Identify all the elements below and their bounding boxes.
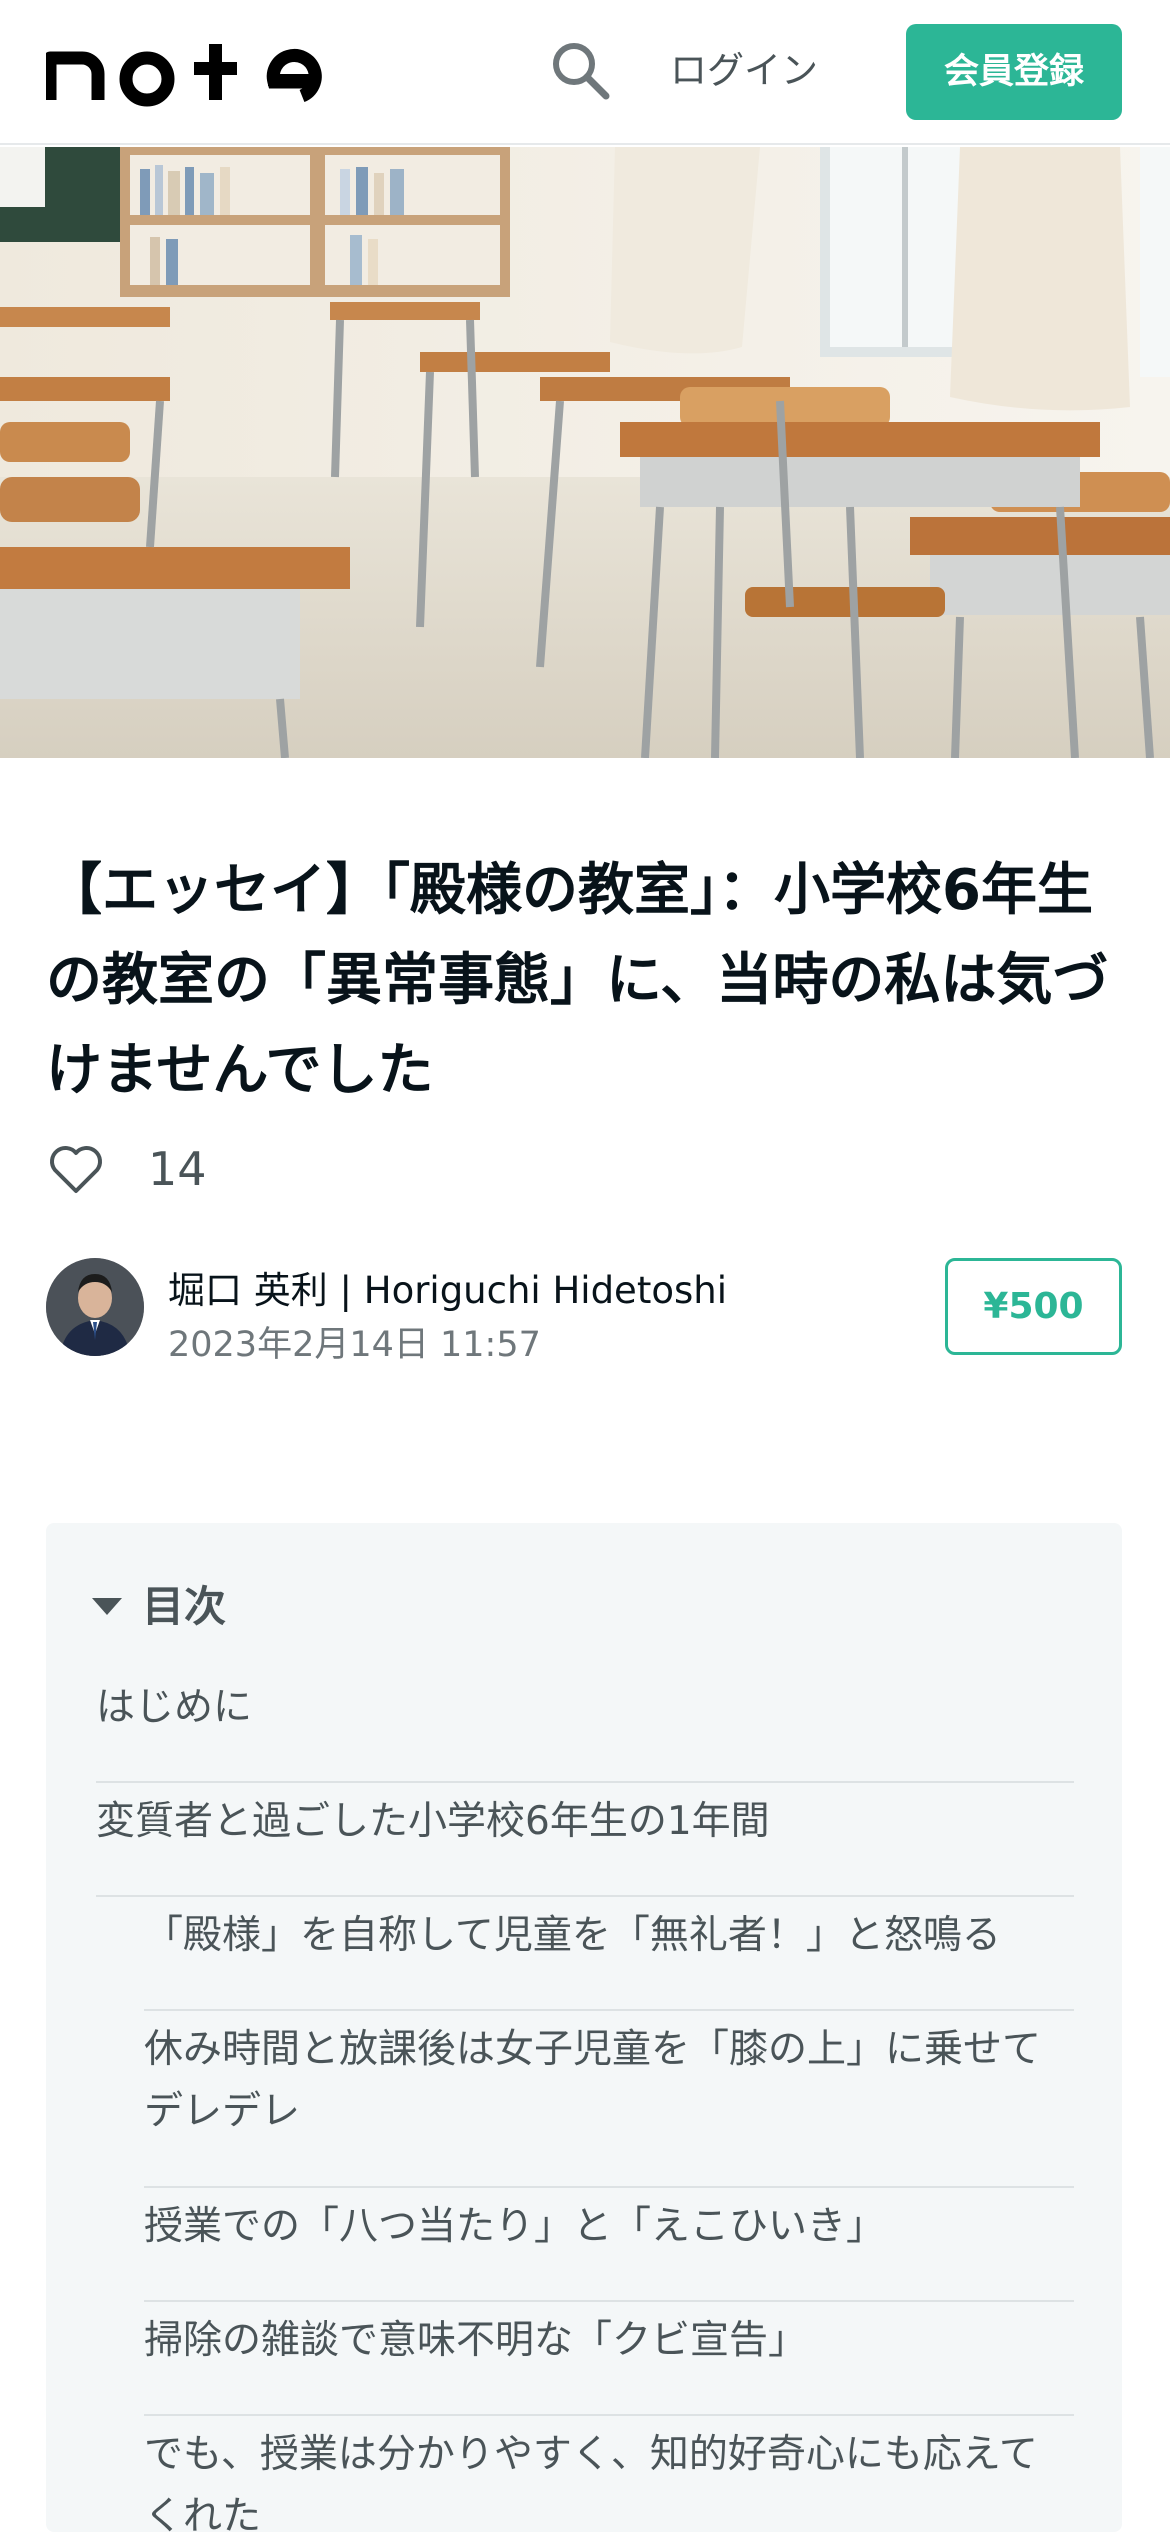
article-title: 【エッセイ】「殿様の教室」：小学校6年生の教室の「異常事態」に、当時の私は気づけ… <box>46 858 1109 1103</box>
toc-subitem[interactable]: でも、授業は分かりやすく、知的好奇心にも応えてくれた <box>144 2424 1074 2532</box>
toc-subitem[interactable]: 授業での「八つ当たり」と「えこひいき」 <box>144 2196 1074 2258</box>
login-link[interactable]: ログイン <box>670 40 818 102</box>
toc-divider <box>96 1895 1074 1897</box>
post-date: 2023年2月14日 11:57 <box>168 1325 541 1365</box>
toc-divider <box>144 2300 1074 2302</box>
toc-divider <box>144 2009 1074 2011</box>
top-header: ログイン 会員登録 <box>0 0 1170 145</box>
toc-divider <box>144 2186 1074 2188</box>
toc-item[interactable]: はじめに <box>96 1677 1074 1739</box>
table-of-contents: 目次 はじめに 変質者と過ごした小学校6年生の1年間 「殿様」を自称して児童を「… <box>46 1523 1122 2532</box>
search-icon[interactable] <box>548 38 612 102</box>
toc-divider <box>96 1781 1074 1783</box>
hero-image <box>0 147 1170 758</box>
toc-title: 目次 <box>142 1581 227 1631</box>
toc-divider <box>144 2414 1074 2416</box>
author-name[interactable]: 堀口 英利 | Horiguchi Hidetoshi <box>168 1260 727 1314</box>
heart-icon[interactable] <box>46 1139 106 1199</box>
like-row: 14 <box>46 1134 207 1204</box>
toc-subitem[interactable]: 掃除の雑談で意味不明な「クビ宣告」 <box>144 2310 1074 2372</box>
toc-item[interactable]: 変質者と過ごした小学校6年生の1年間 <box>96 1791 1074 1853</box>
note-logo[interactable] <box>46 38 346 108</box>
toc-subitem[interactable]: 休み時間と放課後は女子児童を「膝の上」に乗せてデレデレ <box>144 2019 1074 2143</box>
like-count: 14 <box>148 1142 207 1196</box>
price-button[interactable]: ¥500 <box>945 1258 1122 1355</box>
toc-subitem[interactable]: 「殿様」を自称して児童を「無礼者！」と怒鳴る <box>144 1905 1074 1967</box>
toc-toggle[interactable]: 目次 <box>92 1567 226 1639</box>
signup-button[interactable]: 会員登録 <box>906 24 1122 120</box>
caret-down-icon <box>92 1597 122 1615</box>
author-avatar[interactable] <box>46 1258 144 1356</box>
